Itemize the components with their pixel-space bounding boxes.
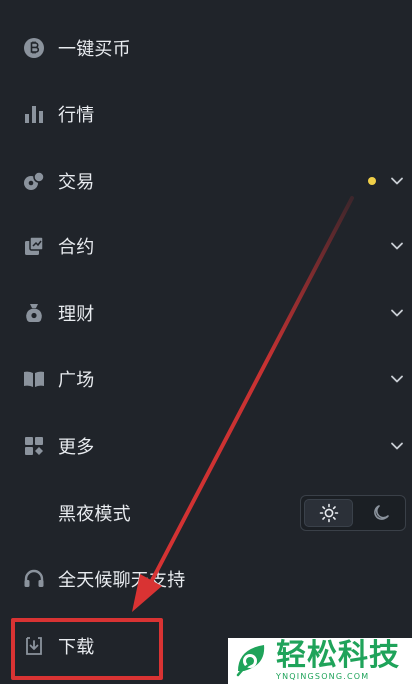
sun-icon — [319, 503, 339, 523]
headset-icon — [22, 567, 46, 591]
menu-item-label: 一键买币 — [58, 39, 131, 60]
chevron-down-icon[interactable] — [390, 174, 404, 188]
chevron-down-icon[interactable] — [390, 439, 404, 453]
notification-dot — [368, 177, 376, 185]
exchange-icon — [22, 169, 46, 193]
dark-mode-label: 黑夜模式 — [58, 504, 131, 525]
moon-icon — [371, 503, 391, 523]
menu-item-label: 理财 — [58, 304, 95, 325]
menu-item-trade[interactable]: 交易 — [0, 149, 412, 213]
grid-more-icon — [22, 434, 46, 458]
menu-item-label: 全天候聊天支持 — [58, 570, 186, 591]
chevron-down-icon[interactable] — [390, 372, 404, 386]
menu-item-label: 合约 — [58, 237, 95, 258]
contract-icon — [22, 234, 46, 258]
watermark: 轻松科技 YNQINGSONG.COM — [228, 638, 412, 684]
leaf-logo-icon — [232, 641, 272, 681]
light-mode-option[interactable] — [304, 499, 353, 527]
side-menu: 一键买币 行情 交易 合约 理财 广场 更多 黑夜模式 全天候聊天支持 下载 轻… — [0, 0, 412, 684]
menu-item-label: 交易 — [58, 172, 95, 193]
watermark-title: 轻松科技 — [276, 638, 400, 673]
menu-item-market[interactable]: 行情 — [0, 82, 412, 146]
watermark-text: 轻松科技 YNQINGSONG.COM — [276, 641, 400, 681]
menu-item-more[interactable]: 更多 — [0, 414, 412, 478]
chevron-down-icon[interactable] — [390, 306, 404, 320]
menu-item-label: 更多 — [58, 437, 95, 458]
theme-toggle[interactable] — [300, 495, 406, 531]
annotation-highlight-box — [11, 618, 163, 680]
bitcoin-coin-icon — [22, 36, 46, 60]
watermark-subtitle: YNQINGSONG.COM — [276, 672, 370, 681]
menu-item-support[interactable]: 全天候聊天支持 — [0, 547, 412, 611]
menu-item-buy-crypto[interactable]: 一键买币 — [0, 16, 412, 80]
chevron-down-icon[interactable] — [390, 239, 404, 253]
money-bag-icon — [22, 301, 46, 325]
dark-mode-option[interactable] — [356, 496, 405, 530]
bar-chart-icon — [22, 102, 46, 126]
menu-item-square[interactable]: 广场 — [0, 347, 412, 411]
menu-item-label: 行情 — [58, 105, 95, 126]
open-book-icon — [22, 367, 46, 391]
menu-item-contract[interactable]: 合约 — [0, 214, 412, 278]
menu-item-wealth[interactable]: 理财 — [0, 281, 412, 345]
menu-item-label: 广场 — [58, 370, 95, 391]
